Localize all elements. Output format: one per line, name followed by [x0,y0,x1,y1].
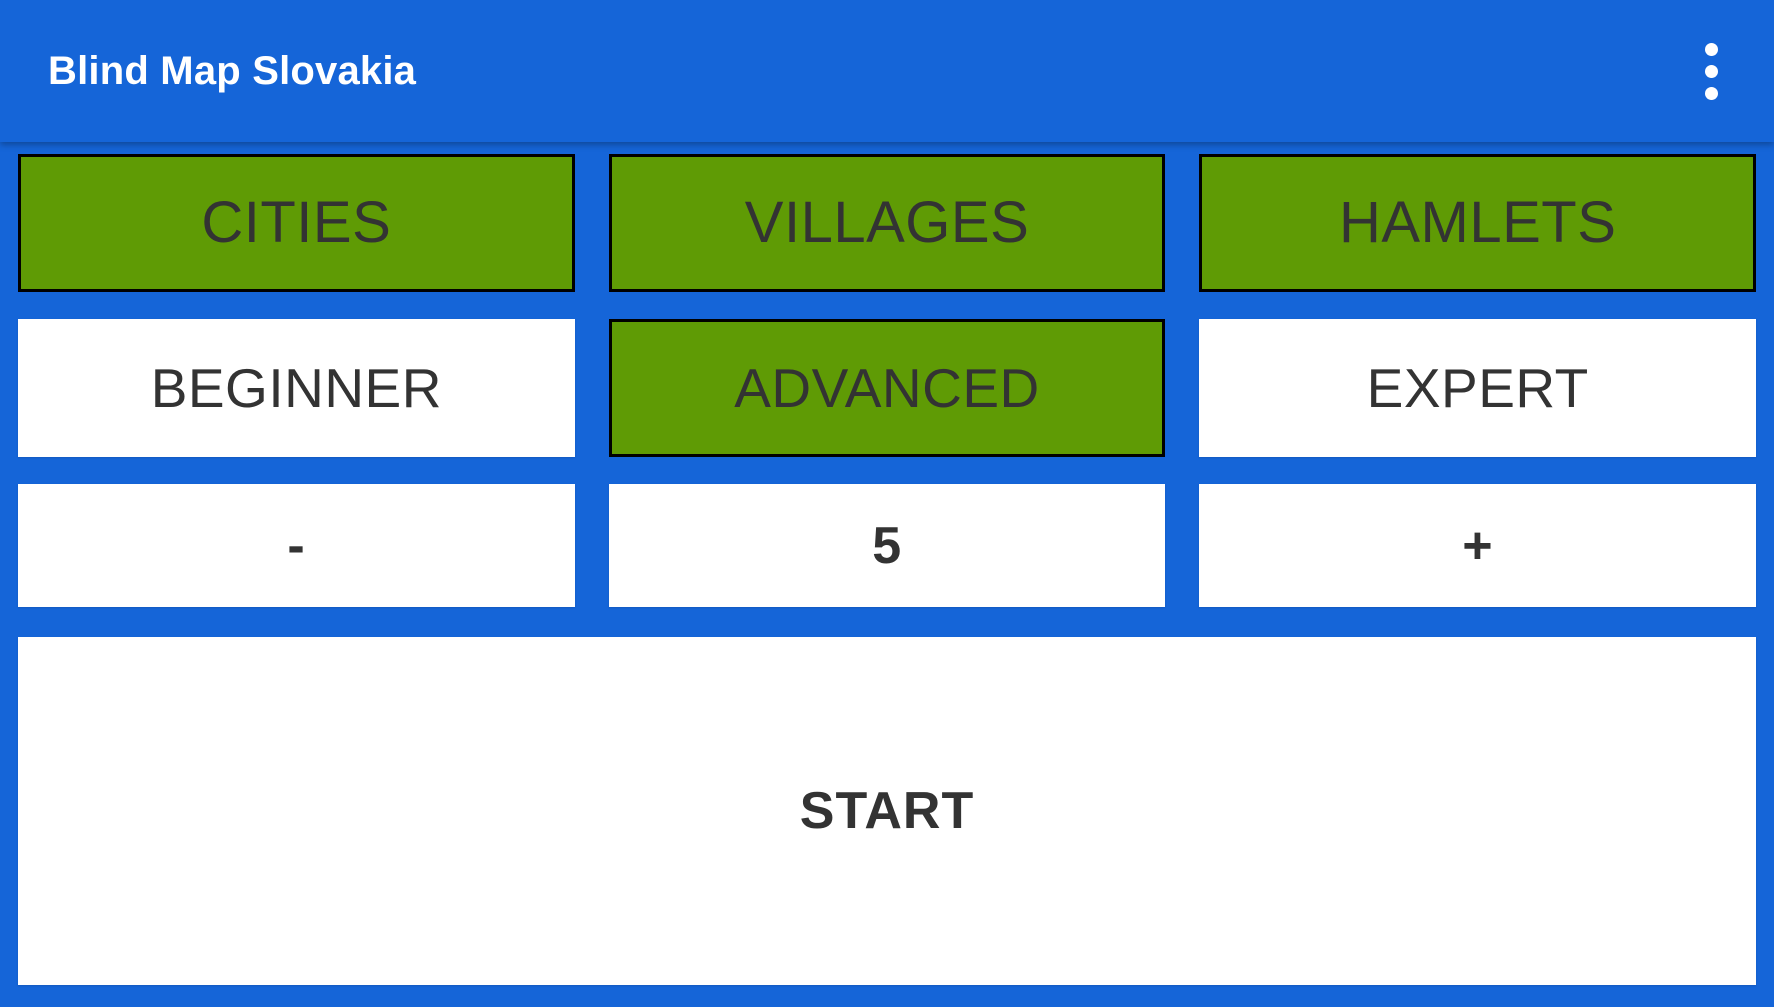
difficulty-cell-advanced: ADVANCED [608,319,1166,457]
overflow-dot-1 [1704,42,1718,56]
increment-button[interactable]: + [1199,484,1757,607]
difficulty-cell-beginner: BEGINNER [18,319,575,457]
difficulty-cell-expert: EXPERT [1199,319,1757,457]
counter-cell-decrement: - [18,484,575,607]
question-count-value[interactable]: 5 [608,484,1166,607]
category-cell-hamlets: HAMLETS [1199,154,1757,292]
difficulty-button-expert[interactable]: EXPERT [1199,319,1757,457]
category-button-villages[interactable]: VILLAGES [608,154,1166,292]
overflow-dot-3 [1704,86,1718,100]
start-button[interactable]: START [18,637,1756,985]
page-title: Blind Map Slovakia [48,49,417,93]
more-vertical-icon[interactable] [1674,23,1748,119]
category-cell-cities: CITIES [18,154,575,292]
category-button-cities[interactable]: CITIES [18,154,575,292]
overflow-dot-2 [1704,64,1718,78]
decrement-button[interactable]: - [18,484,575,607]
question-count-stepper: - 5 + [18,484,1757,607]
category-row: CITIES VILLAGES HAMLETS [18,154,1757,292]
category-cell-villages: VILLAGES [608,154,1166,292]
category-button-hamlets[interactable]: HAMLETS [1199,154,1757,292]
app-root: Blind Map Slovakia CITIES VILLAGES HAMLE… [0,0,1774,1007]
start-row: START [18,637,1756,985]
difficulty-button-advanced[interactable]: ADVANCED [608,319,1166,457]
difficulty-row: BEGINNER ADVANCED EXPERT [18,319,1757,457]
counter-cell-value: 5 [608,484,1166,607]
counter-cell-increment: + [1199,484,1757,607]
start-cell: START [18,637,1756,985]
difficulty-button-beginner[interactable]: BEGINNER [18,319,575,457]
app-bar: Blind Map Slovakia [0,0,1774,142]
main-content: CITIES VILLAGES HAMLETS BEGINNER ADVANCE… [0,142,1774,1007]
